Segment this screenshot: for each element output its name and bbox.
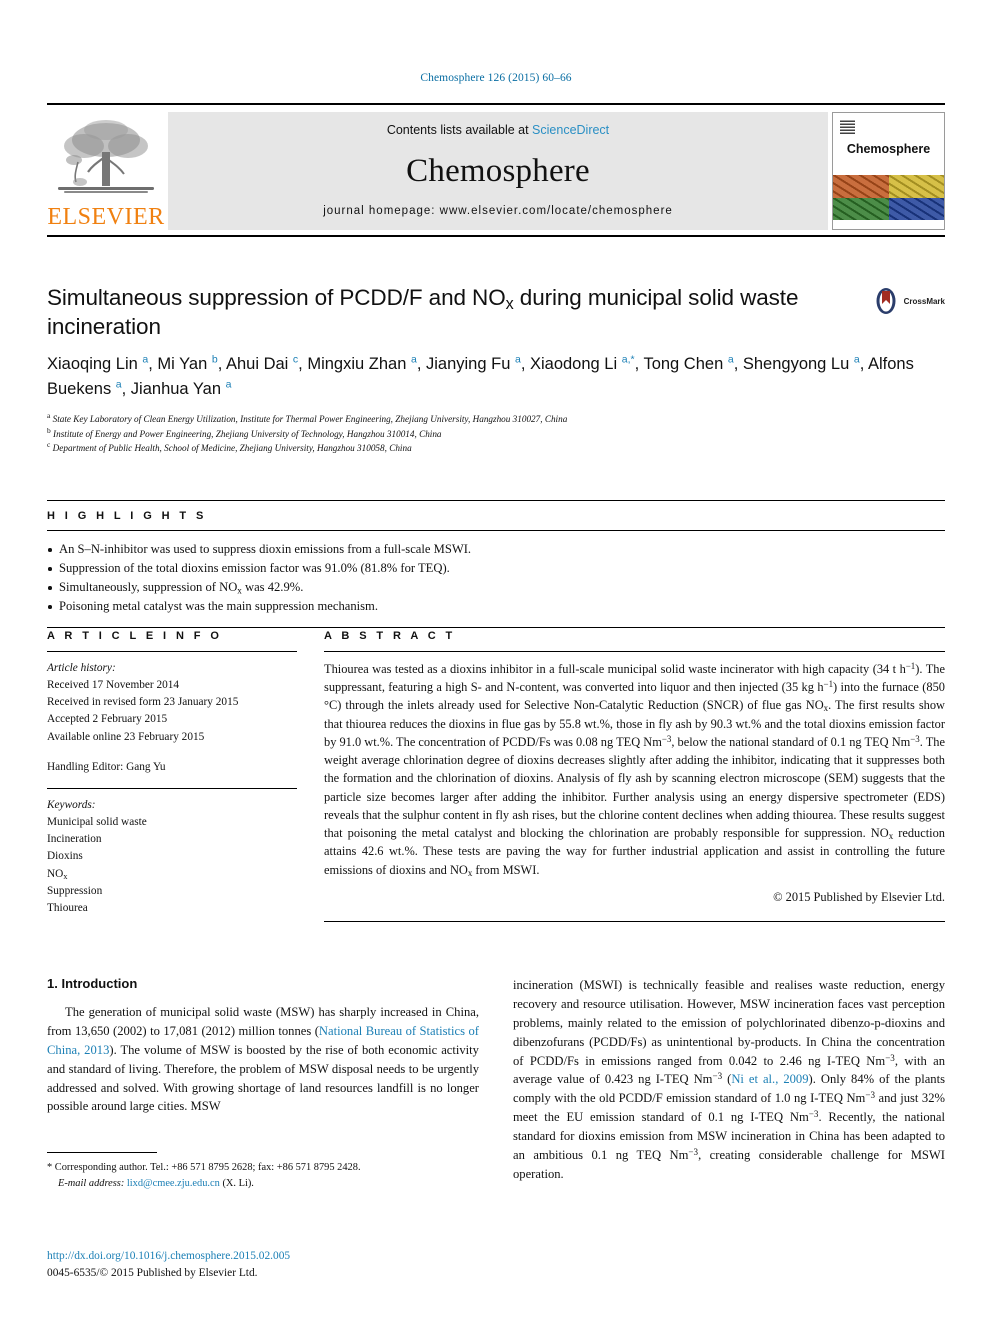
abstract-heading: A B S T R A C T — [324, 630, 456, 642]
corresponding-author-note: * Corresponding author. Tel.: +86 571 87… — [47, 1162, 361, 1173]
article-title: Simultaneous suppression of PCDD/F and N… — [47, 285, 799, 340]
keyword-item: Suppression — [47, 884, 103, 897]
journal-homepage-link[interactable]: journal homepage: www.elsevier.com/locat… — [323, 205, 673, 217]
cover-quadrant-2 — [888, 175, 944, 198]
elsevier-wordmark: ELSEVIER — [47, 204, 165, 230]
affiliation-list: a State Key Laboratory of Clean Energy U… — [47, 412, 927, 456]
issn-copyright-line: 0045-6535/© 2015 Published by Elsevier L… — [47, 1266, 258, 1279]
affiliation-b: b Institute of Energy and Power Engineer… — [47, 425, 442, 439]
cover-image-grid — [833, 175, 944, 220]
article-info-rule — [47, 651, 297, 652]
title-block: Simultaneous suppression of PCDD/F and N… — [47, 283, 945, 342]
article-info-section: A R T I C L E I N F O Article history: R… — [47, 630, 297, 917]
history-online: Available online 23 February 2015 — [47, 730, 205, 743]
footnote-rule — [47, 1152, 157, 1153]
sciencedirect-link[interactable]: ScienceDirect — [532, 123, 609, 137]
abstract-section: A B S T R A C T Thiourea was tested as a… — [324, 630, 945, 922]
section-heading-introduction: 1. Introduction — [47, 976, 138, 991]
email-address-note: E-mail address: lixd@cmee.zju.edu.cn (X.… — [58, 1177, 254, 1189]
abstract-rule — [324, 651, 945, 652]
history-revised: Received in revised form 23 January 2015 — [47, 696, 239, 709]
highlight-item: Poisoning metal catalyst was the main su… — [47, 597, 945, 616]
affiliation-a: a State Key Laboratory of Clean Energy U… — [47, 410, 568, 424]
highlight-item: Simultaneously, suppression of NOx was 4… — [47, 578, 945, 597]
paper-page: Chemosphere 126 (2015) 60–66 ELSEVIER Co… — [0, 0, 992, 1323]
abstract-bottom-rule — [324, 920, 945, 922]
keywords-rule — [47, 787, 297, 789]
elsevier-logo: ELSEVIER — [47, 112, 165, 230]
intro-paragraph-left: The generation of municipal solid waste … — [47, 1005, 479, 1114]
masthead-bottom-rule — [47, 235, 945, 237]
article-info-heading: A R T I C L E I N F O — [47, 630, 223, 642]
highlights-list: An S–N-inhibitor was used to suppress di… — [47, 540, 945, 617]
cover-journal-title: Chemosphere — [846, 142, 931, 156]
cover-quadrant-3 — [833, 197, 889, 220]
cover-quadrant-4 — [888, 197, 944, 220]
highlights-top-rule — [47, 500, 945, 501]
masthead-banner: Contents lists available at ScienceDirec… — [168, 112, 828, 230]
cover-footer-strip — [833, 220, 944, 229]
contents-prefix: Contents lists available at — [386, 123, 533, 137]
keyword-item: Thiourea — [47, 901, 88, 914]
keyword-item: NOx — [47, 867, 68, 881]
doi-block: http://dx.doi.org/10.1016/j.chemosphere.… — [47, 1248, 547, 1281]
keywords-label: Keywords: — [47, 798, 96, 811]
highlights-section: H I G H L I G H T S An S–N-inhibitor was… — [47, 500, 945, 628]
history-accepted: Accepted 2 February 2015 — [47, 713, 168, 726]
doi-link[interactable]: http://dx.doi.org/10.1016/j.chemosphere.… — [47, 1248, 547, 1265]
handling-editor: Handling Editor: Gang Yu — [47, 760, 166, 773]
abstract-text: Thiourea was tested as a dioxins inhibit… — [324, 660, 946, 878]
elsevier-tree-icon — [58, 120, 154, 193]
cover-quadrant-1 — [833, 175, 889, 198]
highlight-item: An S–N-inhibitor was used to suppress di… — [47, 540, 945, 559]
crossmark-label: CrossMark — [903, 296, 945, 306]
author-list: Xiaoqing Lin a, Mi Yan b, Ahui Dai c, Mi… — [47, 353, 914, 398]
crossmark-icon — [876, 288, 896, 314]
highlights-heading: H I G H L I G H T S — [47, 510, 207, 522]
history-received: Received 17 November 2014 — [47, 679, 180, 692]
keyword-item: Dioxins — [47, 850, 83, 863]
running-head: Chemosphere 126 (2015) 60–66 — [420, 72, 572, 84]
journal-cover-thumbnail: Chemosphere — [832, 112, 945, 230]
footnote-block: * Corresponding author. Tel.: +86 571 87… — [47, 1152, 479, 1191]
abstract-copyright: © 2015 Published by Elsevier Ltd. — [773, 889, 945, 904]
article-history-label: Article history: — [47, 662, 116, 674]
body-column-right: incineration (MSWI) is technically feasi… — [513, 976, 945, 1184]
highlight-item: Suppression of the total dioxins emissio… — [47, 559, 945, 578]
masthead-top-rule — [47, 103, 945, 105]
journal-masthead: ELSEVIER Contents lists available at Sci… — [47, 103, 945, 237]
keyword-item: Municipal solid waste — [47, 816, 147, 829]
journal-title: Chemosphere — [406, 152, 590, 189]
keyword-item: Incineration — [47, 833, 102, 846]
contents-available-line: Contents lists available at ScienceDirec… — [387, 123, 609, 137]
qr-code-icon — [840, 119, 855, 134]
highlights-mid-rule — [47, 530, 945, 531]
intro-paragraph-right: incineration (MSWI) is technically feasi… — [513, 978, 946, 1181]
crossmark-badge[interactable]: CrossMark — [872, 283, 945, 315]
affiliation-c: c Department of Public Health, School of… — [47, 440, 412, 454]
highlights-bottom-rule — [47, 626, 945, 628]
